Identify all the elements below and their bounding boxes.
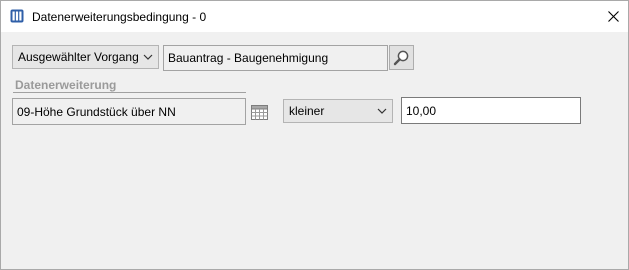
process-field[interactable]: Bauantrag - Baugenehmigung [163, 45, 388, 71]
close-icon [607, 11, 619, 22]
magnifier-icon [393, 50, 409, 66]
scope-dropdown-value: Ausgewählter Vorgang [18, 50, 139, 64]
dialog-window: Datenerweiterungsbedingung - 0 Ausgewähl… [0, 0, 629, 270]
scope-dropdown[interactable]: Ausgewählter Vorgang [12, 45, 159, 69]
search-button[interactable] [389, 45, 414, 70]
close-button[interactable] [598, 1, 628, 32]
operator-dropdown[interactable]: kleiner [283, 99, 393, 123]
chevron-down-icon [143, 54, 153, 60]
extension-field[interactable]: 09-Höhe Grundstück über NN [12, 98, 246, 125]
title-bar[interactable]: Datenerweiterungsbedingung - 0 [1, 1, 628, 32]
value-input[interactable]: 10,00 [401, 97, 581, 124]
operator-dropdown-value: kleiner [289, 104, 325, 118]
window-title: Datenerweiterungsbedingung - 0 [32, 10, 207, 24]
table-icon[interactable] [251, 105, 268, 120]
extension-field-value: 09-Höhe Grundstück über NN [17, 104, 176, 119]
section-label: Datenerweiterung [15, 78, 117, 92]
process-field-value: Bauantrag - Baugenehmigung [168, 51, 329, 65]
section-divider [13, 92, 246, 93]
columns-icon [10, 9, 24, 23]
chevron-down-icon [377, 108, 387, 114]
value-input-text: 10,00 [406, 103, 437, 118]
